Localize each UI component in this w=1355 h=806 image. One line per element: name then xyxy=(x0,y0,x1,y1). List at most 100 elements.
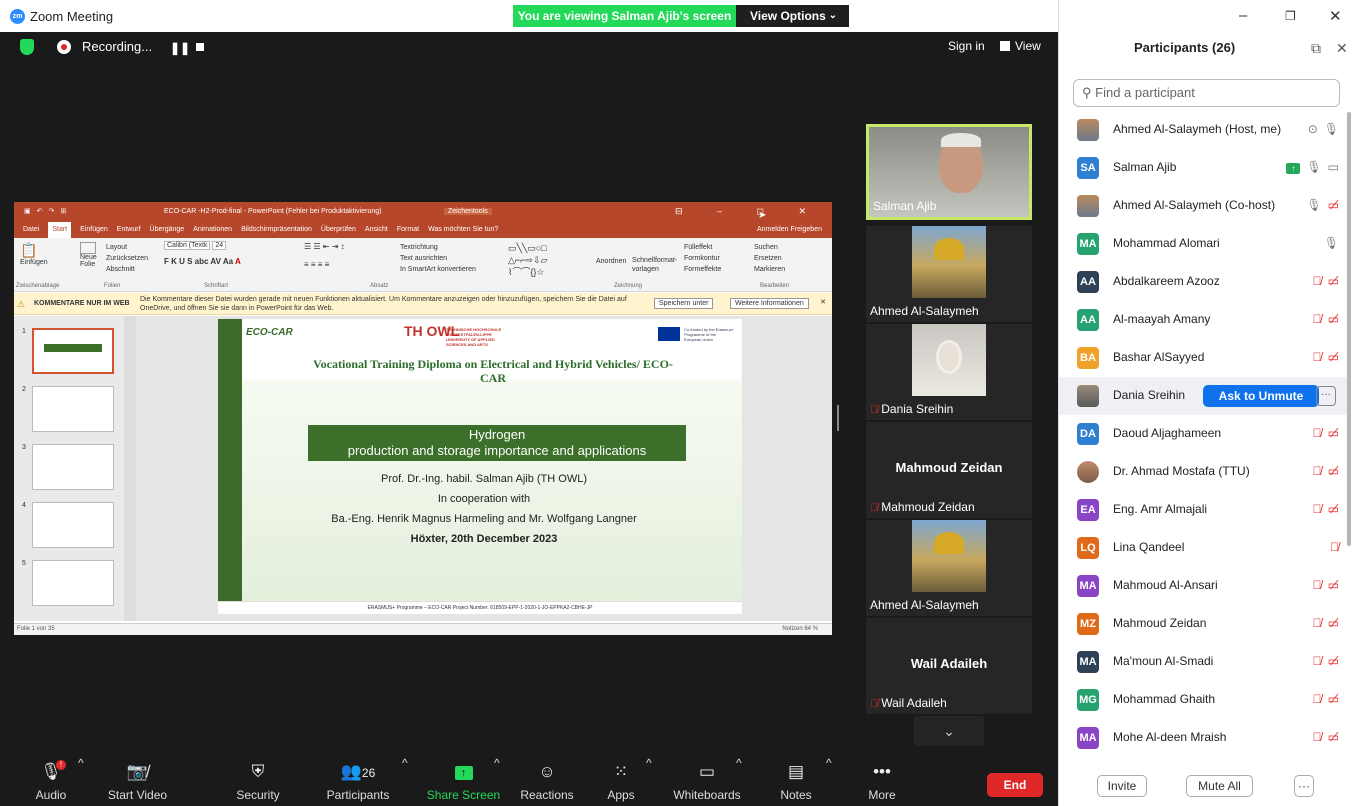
participant-row[interactable]: LQ Lina Qandeel 🎙̸ xyxy=(1059,529,1349,567)
muted-mic-icon: 🎙̸ xyxy=(1312,502,1322,516)
ribbon-group-label: Bearbeiten xyxy=(760,283,790,289)
alert-badge-icon: ! xyxy=(56,760,66,770)
panel-more-icon[interactable]: ··· xyxy=(1294,775,1314,797)
video-tile[interactable]: 🎙̸ Dania Sreihin xyxy=(866,324,1032,420)
microphone-icon: 🎙 xyxy=(1323,236,1339,250)
video-name: Salman Ajib xyxy=(873,199,937,213)
ribbon-section: Abschnitt xyxy=(106,266,135,273)
participant-name: Salman Ajib xyxy=(1113,160,1177,174)
video-tile[interactable]: Ahmed Al-Salaymeh xyxy=(866,520,1032,616)
participant-name: Lina Qandeel xyxy=(1113,540,1185,554)
view-button[interactable]: View xyxy=(1000,39,1041,53)
shield-icon: ⛨ xyxy=(251,762,265,781)
ribbon-text-direction: Textrichtung xyxy=(400,244,438,251)
participant-list-scrollbar[interactable] xyxy=(1347,112,1351,546)
participant-row[interactable]: MG Mohammad Ghaith 🎙̸ ▭̸ xyxy=(1059,681,1349,719)
end-meeting-button[interactable]: End xyxy=(987,773,1043,797)
profile-photo xyxy=(912,520,986,592)
meeting-window: zm Zoom Meeting You are viewing Salman A… xyxy=(0,0,1058,806)
search-icon: ⚲ xyxy=(1082,85,1092,100)
participant-row[interactable]: MA Mahmoud Al-Ansari 🎙̸ ▭̸ xyxy=(1059,567,1349,605)
avatar: SA xyxy=(1077,157,1099,179)
ribbon-group-label: Absatz xyxy=(370,283,389,289)
splitter-handle[interactable] xyxy=(837,405,839,431)
ppt-context-tab: Zeichentools xyxy=(444,208,492,215)
whiteboards-button[interactable]: ▭ Whiteboards xyxy=(668,756,746,806)
notes-button[interactable]: ▤ Notes xyxy=(774,756,818,806)
mute-all-button[interactable]: Mute All xyxy=(1186,775,1253,797)
participant-row[interactable]: MA Mohammad Alomari 🎙 xyxy=(1059,225,1349,263)
stop-recording-icon[interactable] xyxy=(196,43,204,51)
restore-icon[interactable]: ❐ xyxy=(1285,9,1296,23)
participant-status: ⊙ 🎙 xyxy=(1302,122,1339,136)
ask-to-unmute-button[interactable]: Ask to Unmute xyxy=(1203,385,1319,407)
more-options-icon[interactable]: ··· xyxy=(1316,386,1336,406)
current-slide: ECO-CAR TH OWL TECHNISCHE HOCHSCHULE OSTW… xyxy=(218,319,742,614)
participant-name: Al-maayah Amany xyxy=(1113,312,1211,326)
ribbon-paragraph-icon: ☰ ☰ ⇤ ⇥ ↕ ≡ ≡ ≡ ≡ xyxy=(304,242,345,269)
security-button[interactable]: ⛨ Security xyxy=(228,756,288,806)
start-video-button[interactable]: 📷̸ Start Video xyxy=(100,756,175,806)
share-screen-button[interactable]: ↑ Share Screen xyxy=(426,756,501,806)
pause-recording-icon[interactable]: ❚❚ xyxy=(170,41,190,55)
video-off-icon: ▭̸ xyxy=(1327,198,1339,212)
close-panel-icon[interactable]: ✕ xyxy=(1336,40,1348,57)
video-name-wrap: 🎙̸ Dania Sreihin xyxy=(870,402,953,416)
close-window-icon[interactable]: ✕ xyxy=(1329,7,1342,25)
more-button[interactable]: ••• More xyxy=(862,756,902,806)
participant-row[interactable]: MA Ma'moun Al-Smadi 🎙̸ ▭̸ xyxy=(1059,643,1349,681)
participant-row[interactable]: Dania Sreihin Ask to Unmute ··· xyxy=(1059,377,1349,415)
reactions-button[interactable]: ☺ Reactions xyxy=(518,756,576,806)
ppt-menu-item: Start xyxy=(48,222,72,238)
invite-button[interactable]: Invite xyxy=(1097,775,1147,797)
avatar xyxy=(1077,195,1099,217)
zoom-status: Notizen 64 % xyxy=(782,626,818,632)
ppt-titlebar: ▣↶↷⊞ ECO-CAR -H2-Prod-final - PowerPoint… xyxy=(14,202,832,222)
participant-status: 🎙̸ ▭̸ xyxy=(1307,578,1339,592)
thumbnail-scrollbar xyxy=(124,316,136,621)
participant-row[interactable]: SA Salman Ajib ↑ 🎙 ▭ xyxy=(1059,149,1349,187)
muted-mic-icon: 🎙̸ xyxy=(1312,654,1322,668)
popout-icon[interactable]: ⧉ xyxy=(1311,40,1321,57)
participant-status: 🎙̸ ▭̸ xyxy=(1307,274,1339,288)
video-off-icon: ▭̸ xyxy=(1327,312,1339,326)
video-tile[interactable]: Mahmoud Zeidan 🎙̸ Mahmoud Zeidan xyxy=(866,422,1032,518)
apps-button[interactable]: ⁙ Apps xyxy=(600,756,642,806)
audio-caret-icon[interactable]: ^ xyxy=(78,756,84,806)
ribbon-quick-styles-label: Schnellformat-vorlagen xyxy=(632,257,678,273)
eu-text: Co-funded by the Erasmus+ Programme of t… xyxy=(684,327,734,342)
font-name: Calibri (Textk xyxy=(164,241,211,250)
encryption-shield-icon[interactable] xyxy=(20,39,34,55)
ribbon-fill: Fülleffekt xyxy=(684,244,713,251)
participants-caret-icon[interactable]: ^ xyxy=(402,756,408,806)
participant-name: Mohammad Alomari xyxy=(1113,236,1220,250)
view-options-button[interactable]: View Options ⌄ xyxy=(736,5,849,27)
audio-button[interactable]: 🎙 Audio ! xyxy=(30,756,72,806)
participant-row[interactable]: Ahmed Al-Salaymeh (Co-host) 🎙 ▭̸ xyxy=(1059,187,1349,225)
participant-row[interactable]: AA Abdalkareem Azooz 🎙̸ ▭̸ xyxy=(1059,263,1349,301)
whiteboards-caret-icon[interactable]: ^ xyxy=(736,756,742,806)
video-scroll-down-button[interactable]: ⌄ xyxy=(914,716,984,746)
video-tile[interactable]: Wail Adaileh 🎙̸ Wail Adaileh xyxy=(866,618,1032,714)
video-tile[interactable]: Ahmed Al-Salaymeh xyxy=(866,226,1032,322)
apps-caret-icon[interactable]: ^ xyxy=(646,756,652,806)
participant-row[interactable]: MA Mohe Al-deen Mraish 🎙̸ ▭̸ xyxy=(1059,719,1349,757)
share-caret-icon[interactable]: ^ xyxy=(494,756,500,806)
participant-search-input[interactable]: ⚲ Find a participant xyxy=(1073,79,1340,107)
slide-thumbnail xyxy=(32,444,114,490)
participant-row[interactable]: Ahmed Al-Salaymeh (Host, me) ⊙ 🎙 xyxy=(1059,111,1349,149)
recording-label: Recording... xyxy=(82,39,153,54)
minimize-icon[interactable]: – xyxy=(1239,7,1247,24)
video-tile[interactable]: Salman Ajib xyxy=(866,124,1032,220)
profile-photo xyxy=(912,324,986,396)
participant-row[interactable]: BA Bashar AlSayyed 🎙̸ ▭̸ xyxy=(1059,339,1349,377)
participant-row[interactable]: EA Eng. Amr Almajali 🎙̸ ▭̸ xyxy=(1059,491,1349,529)
participant-row[interactable]: MZ Mahmoud Zeidan 🎙̸ ▭̸ xyxy=(1059,605,1349,643)
participant-row[interactable]: DA Daoud Aljaghameen 🎙̸ ▭̸ xyxy=(1059,415,1349,453)
notes-caret-icon[interactable]: ^ xyxy=(826,756,832,806)
participant-row[interactable]: AA Al-maayah Amany 🎙̸ ▭̸ xyxy=(1059,301,1349,339)
participants-button[interactable]: 👥26 Participants xyxy=(322,756,394,806)
participant-row[interactable]: Dr. Ahmad Mostafa (TTU) 🎙̸ ▭̸ xyxy=(1059,453,1349,491)
warning-icon: ⚠ xyxy=(17,299,26,309)
sign-in-link[interactable]: Sign in xyxy=(948,39,985,53)
